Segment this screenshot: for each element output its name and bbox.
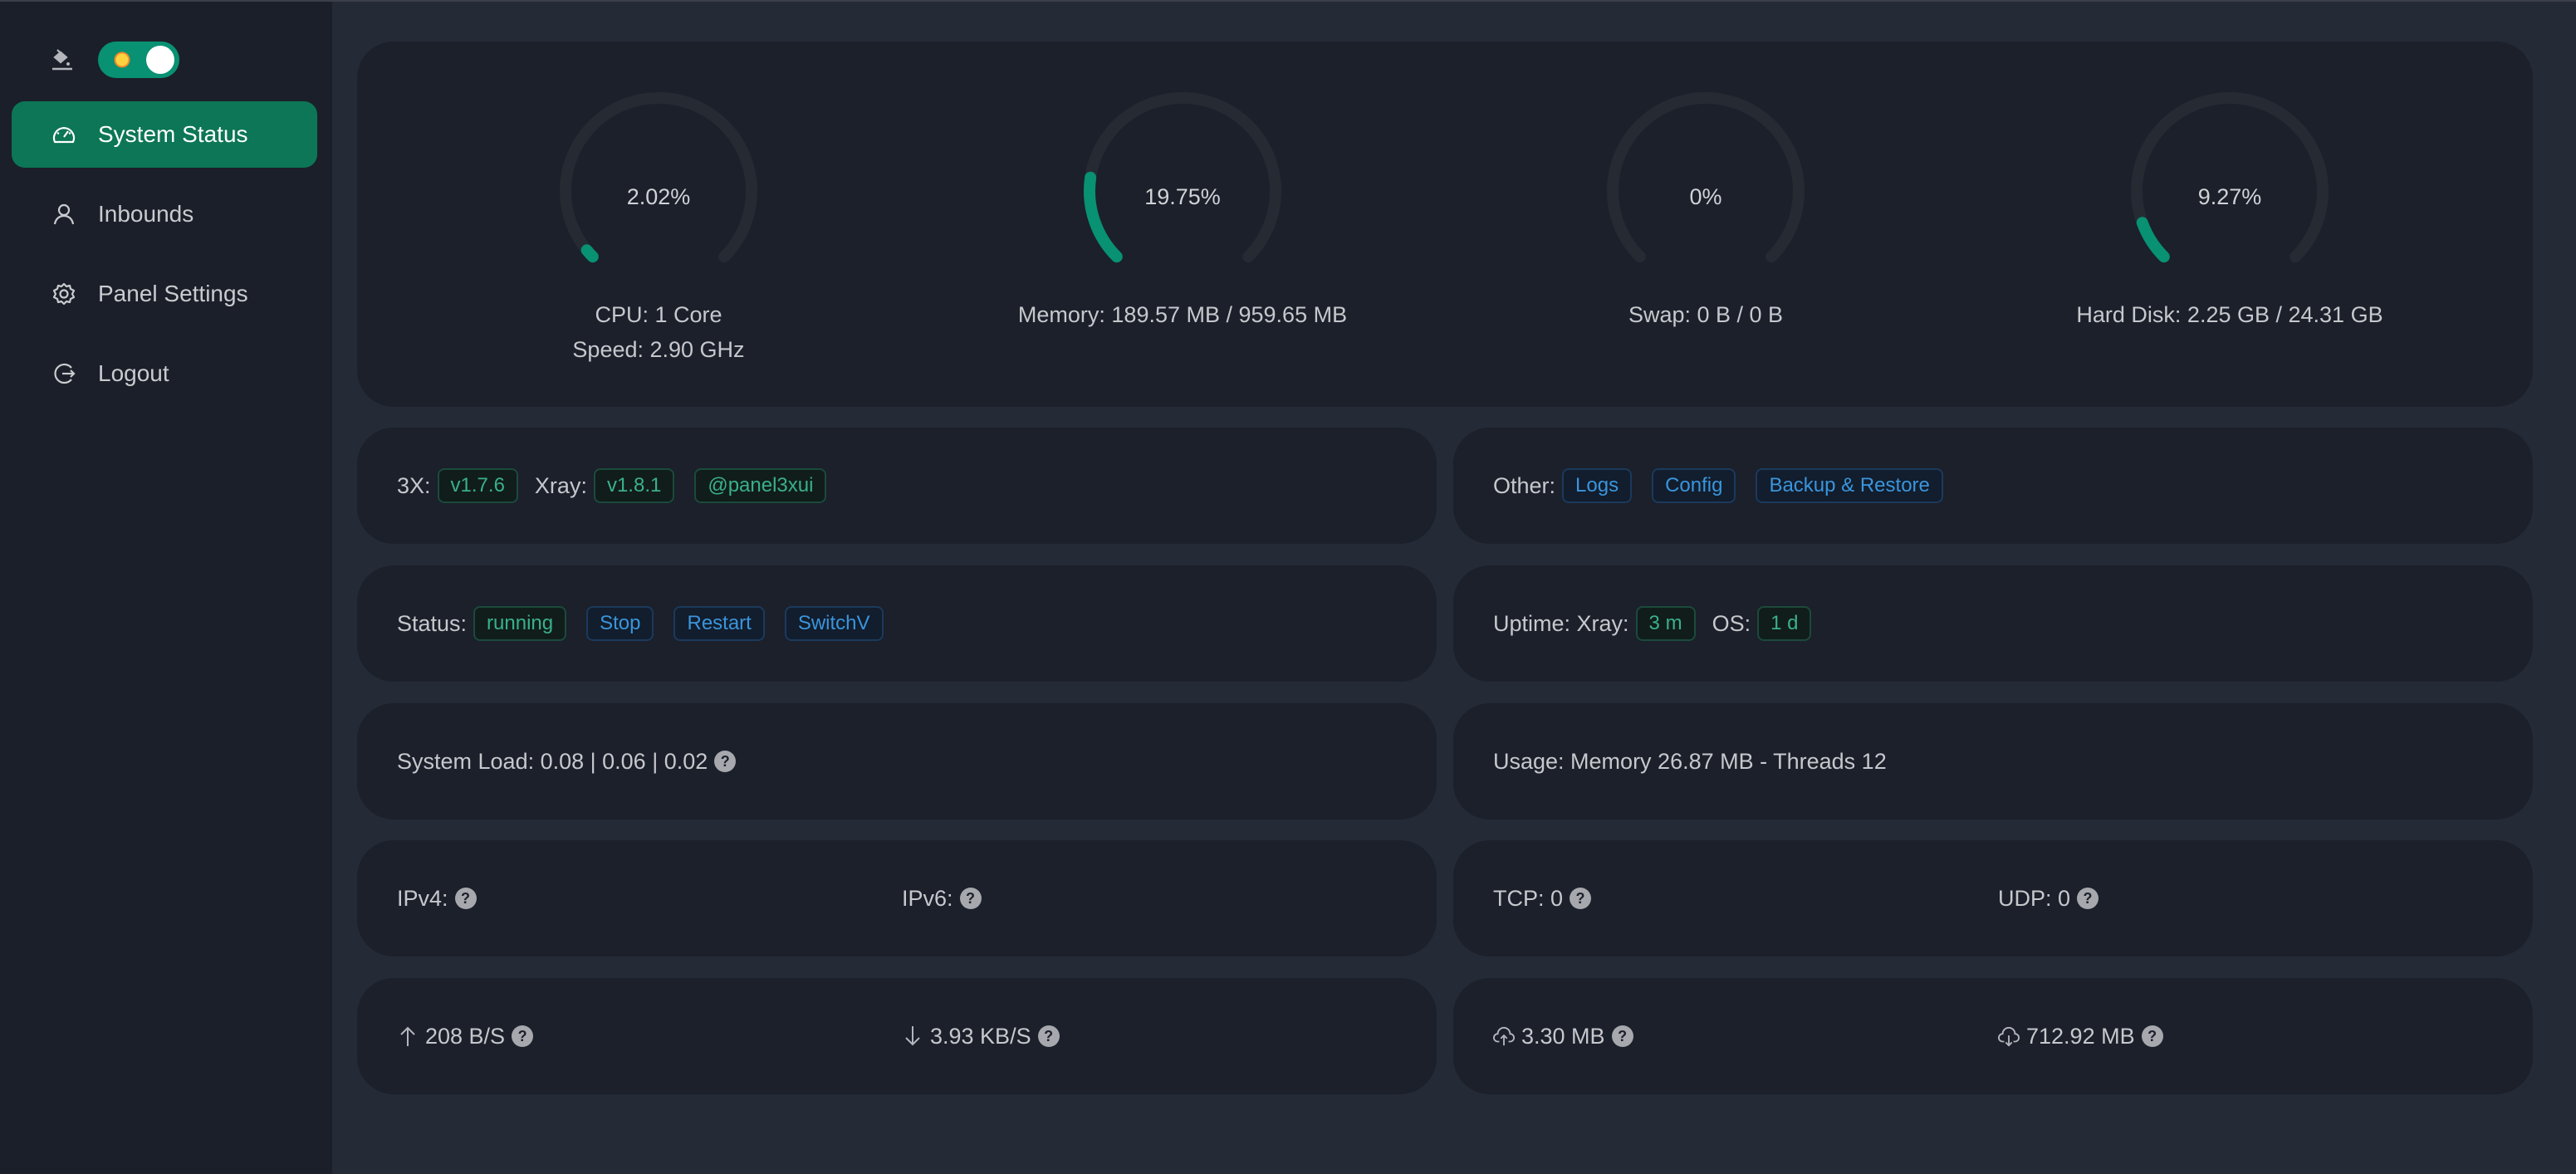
ipv4-label: IPv4: (397, 885, 448, 911)
ipv6-label: IPv6: (902, 885, 953, 911)
gauge-track (1084, 92, 1281, 263)
xray-label: Xray: (534, 472, 587, 498)
os-uptime-tag: 1 d (1757, 606, 1812, 641)
cpu-cores: CPU: 1 Core (595, 302, 722, 327)
resource-gauges-card: 2.02% CPU: 1 Core Speed: 2.90 GHz 19.75%… (357, 42, 2533, 407)
download-speed: 3.93 KB/S (930, 1023, 1031, 1049)
other-label: Other: (1493, 472, 1556, 498)
restart-button[interactable]: Restart (673, 606, 765, 641)
os-label: OS: (1712, 610, 1751, 636)
speed-card: 208 B/S ? 3.93 KB/S ? (357, 978, 1437, 1094)
system-load-card: System Load: 0.08 | 0.06 | 0.02 ? (357, 703, 1437, 819)
backup-restore-button[interactable]: Backup & Restore (1756, 468, 1943, 503)
traffic-card: 3.30 MB ? 712.92 MB ? (1453, 978, 2533, 1094)
connections-card: TCP: 0 ? UDP: 0 ? (1453, 840, 2533, 956)
swap-percent: 0% (1689, 184, 1722, 209)
total-received: 712.92 MB (2026, 1023, 2135, 1049)
gauge-fill (580, 244, 599, 263)
sidebar: System Status Inbounds Panel Settings Lo… (0, 2, 332, 1174)
disk-gauge: 9.27% Hard Disk: 2.25 GB / 24.31 GB (2022, 42, 2437, 407)
sidebar-item-logout[interactable]: Logout (12, 340, 317, 407)
cpu-speed: Speed: 2.90 GHz (572, 337, 745, 362)
logout-icon (51, 361, 76, 386)
cpu-percent: 2.02% (626, 184, 691, 209)
uptime-card: Uptime: Xray: 3 m OS: 1 d (1453, 565, 2533, 682)
sidebar-item-system-status[interactable]: System Status (12, 101, 317, 168)
stop-button[interactable]: Stop (586, 606, 654, 641)
toggle-knob (146, 46, 174, 74)
udp-count: UDP: 0 (1998, 885, 2071, 911)
dark-mode-toggle[interactable] (98, 42, 179, 78)
window-top-border (0, 0, 2576, 2)
swap-info: Swap: 0 B / 0 B (1628, 302, 1784, 327)
status-label: Status: (397, 610, 468, 636)
uptime-label: Uptime: Xray: (1493, 610, 1629, 636)
channel-link-tag[interactable]: @panel3xui (694, 468, 827, 503)
tcp-count: TCP: 0 (1493, 885, 1564, 911)
theme-switcher (50, 42, 179, 78)
sidebar-item-label: Logout (98, 360, 169, 386)
cloud-download-icon (1998, 1025, 2020, 1047)
cpu-gauge: 2.02% CPU: 1 Core Speed: 2.90 GHz (451, 42, 866, 407)
ip-card: IPv4: ? IPv6: ? (357, 840, 1437, 956)
user-icon (51, 202, 76, 227)
help-icon[interactable]: ? (714, 751, 737, 772)
logs-button[interactable]: Logs (1562, 468, 1633, 503)
memory-percent: 19.75% (1144, 184, 1221, 209)
sidebar-item-label: Inbounds (98, 201, 194, 227)
system-load-text: System Load: 0.08 | 0.06 | 0.02 (397, 748, 708, 774)
disk-info: Hard Disk: 2.25 GB / 24.31 GB (2076, 302, 2383, 327)
xray-status-card: Status: running Stop Restart SwitchV (357, 565, 1437, 682)
disk-percent: 9.27% (2197, 184, 2262, 209)
usage-card: Usage: Memory 26.87 MB - Threads 12 (1453, 703, 2533, 819)
help-icon[interactable]: ? (512, 1025, 534, 1047)
paint-bucket-icon (50, 47, 75, 72)
sidebar-item-panel-settings[interactable]: Panel Settings (12, 261, 317, 327)
other-card: Other: Logs Config Backup & Restore (1453, 428, 2533, 544)
sun-icon (114, 51, 130, 68)
versions-card: 3X: v1.7.6 Xray: v1.8.1 @panel3xui (357, 428, 1437, 544)
help-icon[interactable]: ? (2141, 1025, 2163, 1047)
help-icon[interactable]: ? (1570, 888, 1592, 909)
sidebar-item-label: Panel Settings (98, 281, 248, 306)
dashboard-icon (51, 122, 76, 147)
3x-label: 3X: (397, 472, 431, 498)
help-icon[interactable]: ? (959, 888, 982, 909)
help-icon[interactable]: ? (454, 888, 477, 909)
swap-gauge: 0% Swap: 0 B / 0 B (1498, 42, 1913, 407)
memory-gauge: 19.75% Memory: 189.57 MB / 959.65 MB (975, 42, 1390, 407)
xray-uptime-tag: 3 m (1635, 606, 1696, 641)
cloud-upload-icon (1493, 1025, 1515, 1047)
help-icon[interactable]: ? (1037, 1025, 1060, 1047)
status-badge: running (473, 606, 567, 641)
arrow-down-icon (902, 1025, 923, 1047)
gauge-track (560, 92, 757, 263)
gauge-track (2131, 92, 2329, 263)
xray-version-tag: v1.8.1 (593, 468, 675, 503)
help-icon[interactable]: ? (1611, 1025, 1633, 1047)
sidebar-item-inbounds[interactable]: Inbounds (12, 181, 317, 247)
config-button[interactable]: Config (1652, 468, 1736, 503)
3x-version-tag: v1.7.6 (437, 468, 518, 503)
arrow-up-icon (397, 1025, 419, 1047)
sidebar-nav: System Status Inbounds Panel Settings Lo… (12, 101, 317, 420)
sidebar-item-label: System Status (98, 121, 248, 147)
cpu-info: CPU: 1 Core Speed: 2.90 GHz (451, 297, 866, 367)
switch-version-button[interactable]: SwitchV (784, 606, 884, 641)
usage-text: Usage: Memory 26.87 MB - Threads 12 (1493, 748, 1887, 774)
help-icon[interactable]: ? (2077, 888, 2099, 909)
gauge-track (1607, 92, 1805, 263)
gauge-fill (2136, 217, 2170, 263)
total-sent: 3.30 MB (1521, 1023, 1605, 1049)
upload-speed: 208 B/S (425, 1023, 506, 1049)
gear-icon (51, 281, 76, 306)
memory-info: Memory: 189.57 MB / 959.65 MB (1017, 302, 1348, 327)
